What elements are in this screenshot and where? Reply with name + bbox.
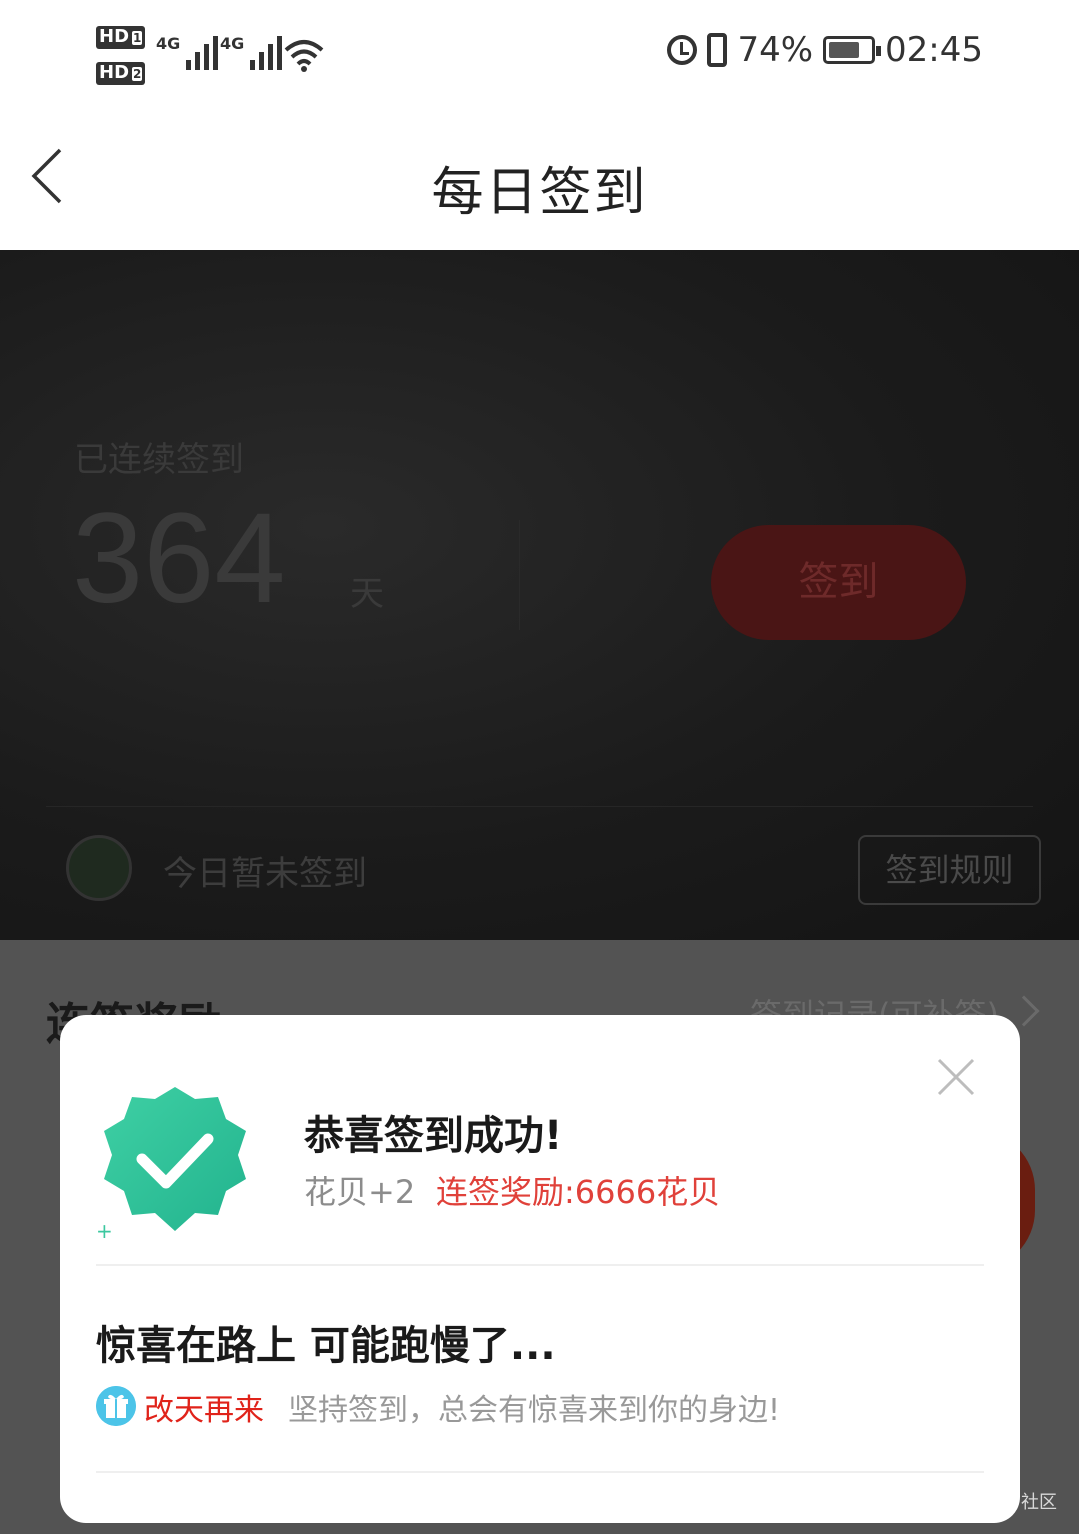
alarm-icon	[667, 35, 698, 65]
hd-indicator-1: HD 1	[96, 26, 146, 49]
success-title: 恭喜签到成功!	[304, 1113, 563, 1159]
wifi-icon	[284, 40, 324, 72]
gift-icon	[96, 1386, 136, 1426]
status-bar: HD 1 HD 2 4G 4G 74% 02:45	[0, 0, 1079, 110]
today-status: 今日暂未签到	[163, 854, 367, 894]
encourage-text: 坚持签到，总会有惊喜来到你的身边!	[288, 1393, 781, 1428]
battery-percent: 74%	[737, 30, 814, 70]
avatar	[66, 835, 132, 901]
divider	[519, 520, 520, 630]
signal-icon-2: 4G	[220, 34, 283, 70]
nav-bar: 每日签到	[0, 110, 1079, 250]
chevron-right-icon	[1008, 995, 1040, 1027]
page-title: 每日签到	[431, 163, 648, 223]
divider	[96, 1471, 984, 1473]
close-icon[interactable]	[936, 1057, 976, 1097]
surprise-title: 惊喜在路上 可能跑慢了...	[96, 1323, 556, 1369]
divider	[46, 806, 1033, 807]
watermark: 社区	[1021, 1492, 1057, 1513]
check-badge-icon	[104, 1087, 246, 1231]
sparkle-icon: +	[96, 1219, 113, 1243]
streak-bonus: 连签奖励:6666花贝	[436, 1173, 721, 1211]
streak-count: 364	[72, 487, 286, 630]
coins-earned: 花贝+2	[304, 1173, 416, 1211]
streak-unit: 天	[350, 574, 384, 614]
divider	[96, 1264, 984, 1266]
vibrate-icon	[707, 33, 728, 67]
rules-button[interactable]: 签到规则	[858, 835, 1041, 905]
signin-hero: 已连续签到 364 天 签到 今日暂未签到 签到规则	[0, 250, 1079, 940]
battery-icon	[823, 36, 882, 64]
streak-label: 已连续签到	[74, 440, 244, 480]
success-dialog: + 恭喜签到成功! 花贝+2 连签奖励:6666花贝 惊喜在路上 可能跑慢了..…	[60, 1015, 1020, 1523]
signal-icon-1: 4G	[156, 34, 219, 70]
come-back-label: 改天再来	[144, 1393, 264, 1428]
status-right: 74% 02:45	[667, 30, 983, 70]
clock: 02:45	[885, 30, 983, 70]
sign-in-button[interactable]: 签到	[711, 525, 966, 640]
hd-indicator-2: HD 2	[96, 62, 146, 85]
